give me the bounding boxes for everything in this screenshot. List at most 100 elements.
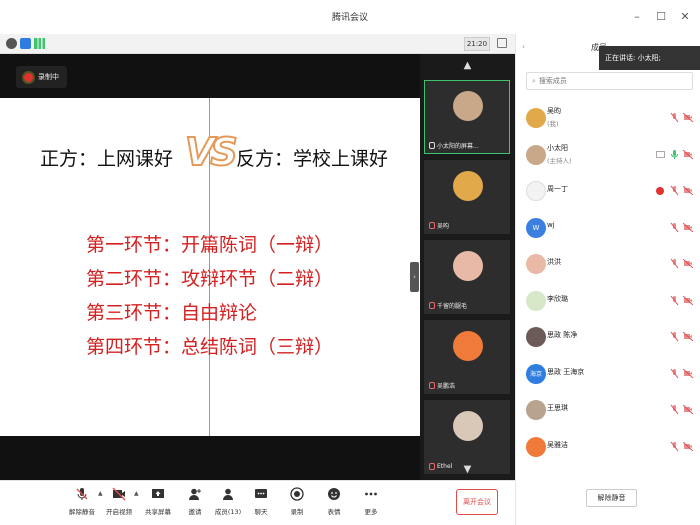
record-button[interactable]: 录制 xyxy=(280,487,314,516)
share-screen-icon xyxy=(152,489,164,498)
meeting-window: 腾讯会议 – ☐ ✕ 21:20 录制中 正方：上网课好 VS 反方：学校上课好… xyxy=(0,0,700,525)
participant-name: 小太阳 xyxy=(547,143,568,152)
mic-muted-icon[interactable] xyxy=(670,441,679,452)
search-input[interactable] xyxy=(538,77,669,85)
search-icon: ⌕ xyxy=(532,76,536,85)
meeting-toolbar: 解除静音 ▲ 开启视频 ▲ 共享屏幕 邀请 成员(13) 聊天 录制 表情 更多… xyxy=(0,480,515,525)
avatar xyxy=(526,254,546,274)
info-icon[interactable] xyxy=(6,38,17,49)
fullscreen-icon[interactable] xyxy=(497,38,507,48)
leave-meeting-button[interactable]: 离开会议 xyxy=(456,489,498,515)
avatar xyxy=(526,144,546,165)
avatar xyxy=(526,290,546,311)
participant-name: 洪洪 xyxy=(547,258,561,266)
invite-button[interactable]: 邀请 xyxy=(178,487,212,516)
emoji-button[interactable]: 表情 xyxy=(317,487,351,516)
unmute-button[interactable]: 解除静音 xyxy=(65,487,99,516)
share-screen-button[interactable]: 共享屏幕 xyxy=(141,487,175,516)
pro-side-title: 正方：上网课好 xyxy=(40,148,174,170)
con-side-title: 反方：学校上课好 xyxy=(236,148,389,170)
start-video-button[interactable]: 开启视频 xyxy=(102,487,136,516)
avatar xyxy=(526,400,546,420)
meeting-status-bar: 21:20 xyxy=(0,34,515,54)
avatar xyxy=(453,411,483,441)
minimize-icon[interactable]: – xyxy=(630,9,644,23)
video-tile[interactable]: 吴昀 xyxy=(424,160,510,234)
mic-muted-icon[interactable] xyxy=(670,295,679,306)
mic-active-icon[interactable] xyxy=(670,149,679,160)
mic-muted-icon[interactable] xyxy=(670,331,679,342)
chat-button[interactable]: 聊天 xyxy=(244,487,278,516)
mic-icon xyxy=(429,142,435,149)
video-tile-label: 吴昀 xyxy=(429,221,507,230)
debate-stages: 第一环节：开篇陈词（一辩） 第二环节：攻辩环节（二辩） 第三环节：自由辩论 第四… xyxy=(86,228,333,364)
recording-label: 录制中 xyxy=(38,73,59,81)
camera-off-icon[interactable] xyxy=(683,113,693,122)
participant-row[interactable]: 小太阳 (主持人) xyxy=(516,137,700,174)
camera-off-icon[interactable] xyxy=(683,149,693,159)
camera-off-icon[interactable] xyxy=(683,332,693,341)
camera-off-icon[interactable] xyxy=(683,405,693,414)
shield-icon[interactable] xyxy=(20,38,31,49)
chat-icon xyxy=(255,489,267,498)
avatar xyxy=(526,436,546,457)
microphone-icon xyxy=(76,488,88,500)
more-button[interactable]: 更多 xyxy=(354,487,388,516)
avatar xyxy=(453,251,483,281)
recording-badge[interactable]: 录制中 xyxy=(16,66,67,88)
members-icon xyxy=(223,488,233,500)
shared-screen: 录制中 正方：上网课好 VS 反方：学校上课好 第一环节：开篇陈词（一辩） 第二… xyxy=(0,54,420,480)
mic-muted-icon[interactable] xyxy=(670,185,679,196)
participant-row[interactable]: 海京 思政 王海京 xyxy=(516,356,700,393)
camera-off-icon[interactable] xyxy=(683,368,693,378)
participant-row[interactable]: 吴昀 (我) xyxy=(516,100,700,137)
participant-row[interactable]: 思政 陈净 xyxy=(516,319,700,356)
participant-name: 周一丁 xyxy=(547,185,568,193)
signal-icon[interactable] xyxy=(34,38,45,49)
participant-row[interactable]: 周一丁 xyxy=(516,173,700,210)
window-controls: – ☐ ✕ xyxy=(630,9,692,23)
recording-icon xyxy=(656,187,664,195)
emoji-icon xyxy=(328,488,340,500)
scroll-up-icon[interactable]: ▲ xyxy=(420,60,515,71)
mic-muted-icon[interactable] xyxy=(670,368,679,379)
participant-row[interactable]: 王思琪 xyxy=(516,392,700,429)
unmute-all-button[interactable]: 解除静音 xyxy=(586,489,637,507)
avatar xyxy=(453,331,483,361)
avatar xyxy=(453,171,483,201)
video-tile[interactable]: Ethel xyxy=(424,400,510,474)
video-tile[interactable]: 吴鹏浩 xyxy=(424,320,510,394)
video-tile[interactable]: 千留的腿毛 xyxy=(424,240,510,314)
mic-muted-icon[interactable] xyxy=(670,222,679,233)
camera-off-icon[interactable] xyxy=(683,441,693,451)
participant-name: 王思琪 xyxy=(547,404,568,412)
participant-name: 李欣璐 xyxy=(547,294,568,303)
scroll-down-icon[interactable]: ▼ xyxy=(420,464,515,475)
camera-off-icon[interactable] xyxy=(683,222,693,232)
avatar: 海京 xyxy=(526,363,546,384)
mic-muted-icon[interactable] xyxy=(670,112,679,123)
members-button[interactable]: 成员(13) xyxy=(211,487,245,516)
participant-row[interactable]: 李欣璐 xyxy=(516,283,700,320)
collapse-panel-icon[interactable]: ‹ xyxy=(522,42,525,51)
participant-row[interactable]: W wj xyxy=(516,210,700,247)
camera-off-icon[interactable] xyxy=(683,259,693,268)
record-dot-icon xyxy=(24,72,33,82)
camera-off-icon[interactable] xyxy=(683,186,693,195)
member-search[interactable]: ⌕ xyxy=(526,72,693,90)
close-icon[interactable]: ✕ xyxy=(678,9,692,23)
screen-share-icon xyxy=(656,150,665,158)
collapse-strip-icon[interactable]: › xyxy=(410,262,419,292)
participant-row[interactable]: 洪洪 xyxy=(516,246,700,283)
more-icon xyxy=(365,492,377,496)
mic-muted-icon xyxy=(429,222,435,229)
mic-muted-icon[interactable] xyxy=(670,258,679,269)
meeting-clock: 21:20 xyxy=(464,37,490,51)
mic-muted-icon[interactable] xyxy=(670,404,679,415)
video-tile[interactable]: 小太阳的屏幕... xyxy=(424,80,510,154)
camera-off-icon[interactable] xyxy=(683,295,693,305)
participant-row[interactable]: 吴雅洁 xyxy=(516,429,700,466)
stage-item: 第三环节：自由辩论 xyxy=(86,302,258,324)
video-options-icon[interactable]: ▲ xyxy=(134,490,139,497)
maximize-icon[interactable]: ☐ xyxy=(654,9,668,23)
